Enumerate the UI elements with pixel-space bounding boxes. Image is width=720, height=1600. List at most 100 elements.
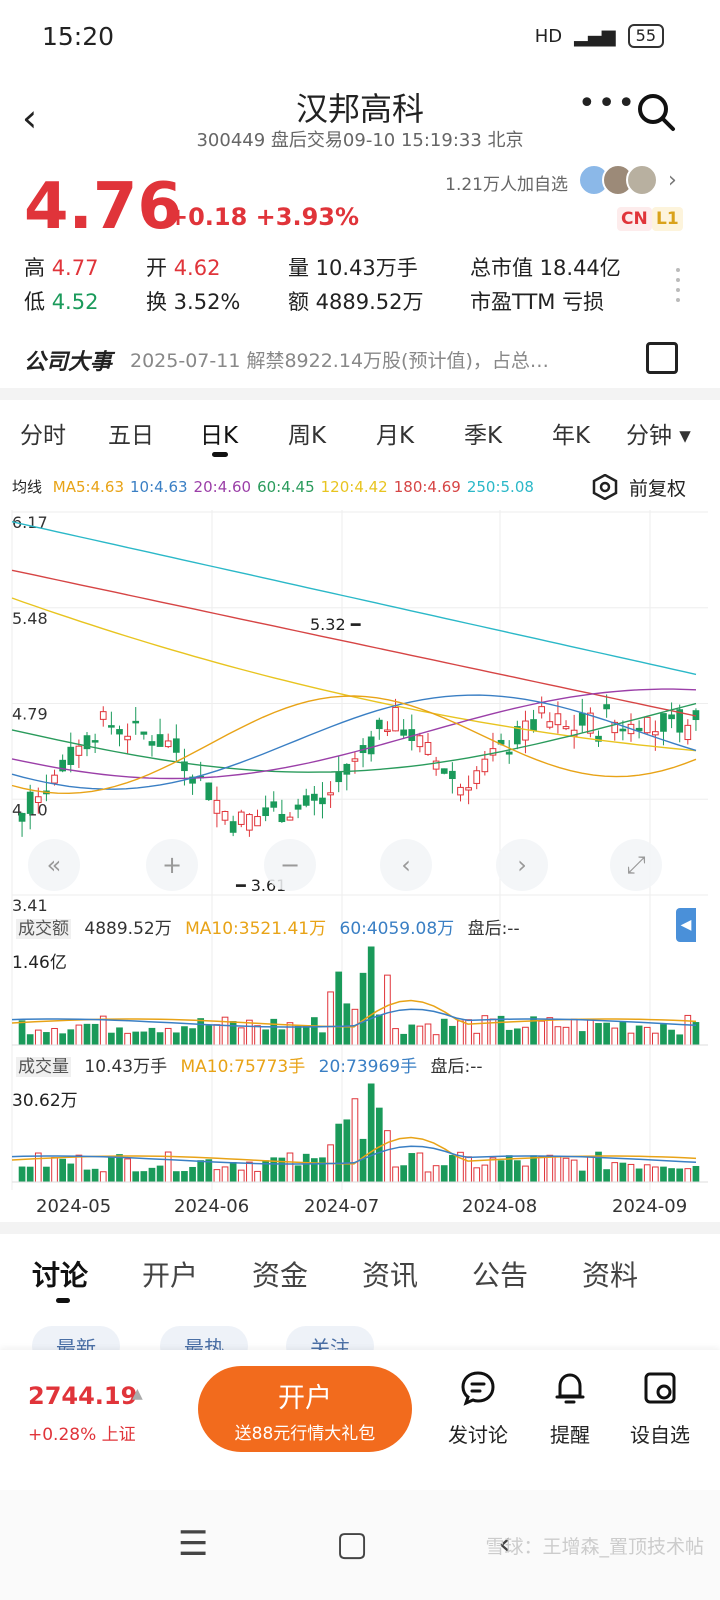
candle-body: [424, 742, 432, 755]
kline-chart[interactable]: 6.175.484.794.103.415.32 ━━ 3.61«+−‹›⤢20…: [0, 500, 720, 1225]
tab-monthly-k[interactable]: 月K: [376, 416, 414, 450]
volume-bar: [237, 1169, 245, 1183]
volume-bar: [351, 1098, 359, 1183]
open-account-button[interactable]: 开户 送88元行情大礼包: [198, 1366, 412, 1452]
amount-after-hours: 盘后:--: [467, 919, 520, 939]
volume-bar: [432, 1165, 440, 1183]
volume-bar: [684, 1168, 692, 1183]
add-watchlist-button[interactable]: 设自选: [620, 1370, 700, 1448]
volume-bar: [367, 1083, 375, 1183]
open-account-promo: 送88元行情大礼包: [234, 1424, 376, 1444]
volume-bar: [229, 1162, 237, 1183]
collapse-panel-icon[interactable]: ◀: [676, 908, 696, 942]
events-text: 2025-07-11 解禁8922.14万股(预计值)，占总…: [130, 350, 549, 372]
candle-body: [335, 771, 343, 783]
index-value[interactable]: 2744.19: [28, 1382, 137, 1410]
tab-weekly-k[interactable]: 周K: [288, 416, 326, 450]
tab-minute[interactable]: 分钟 ▾: [626, 416, 691, 450]
volume-bar: [440, 1018, 448, 1046]
tab-discussion[interactable]: 讨论: [32, 1254, 88, 1294]
candle-body: [229, 821, 237, 833]
volume-bar: [513, 1028, 521, 1046]
alert-button[interactable]: 提醒: [530, 1370, 610, 1448]
amount-label: 成交额: [16, 919, 71, 939]
volume-bar: [603, 1169, 610, 1183]
watchers-count[interactable]: 1.21万人加自选: [445, 170, 568, 195]
volume-bar: [424, 1023, 432, 1046]
candle-body: [75, 745, 83, 756]
tab-quarterly-k[interactable]: 季K: [464, 416, 502, 450]
tab-announcements[interactable]: 公告: [472, 1254, 528, 1294]
candle-body: [26, 791, 34, 814]
home-icon[interactable]: ▢: [336, 1524, 368, 1564]
volume-bar: [359, 1138, 367, 1183]
candle-body: [400, 729, 407, 736]
x-tick-label: 2024-09: [612, 1196, 687, 1217]
volume-bar: [51, 1157, 58, 1183]
status-icons: HD ▂▄▆ 55: [535, 24, 664, 48]
price-change: +0.18 +3.93%: [168, 203, 360, 231]
index-change[interactable]: +0.28% 上证: [28, 1420, 136, 1445]
tab-news[interactable]: 资讯: [362, 1254, 418, 1294]
volume-bar: [359, 972, 367, 1046]
adjust-settings-icon[interactable]: [592, 474, 618, 500]
more-icon[interactable]: •••: [578, 86, 637, 121]
menu-icon[interactable]: ☰: [178, 1524, 208, 1564]
candle-body: [140, 731, 148, 735]
candle-body: [156, 734, 164, 747]
volume-bar: [554, 1156, 562, 1183]
candle-body: [67, 746, 75, 765]
tab-funds[interactable]: 资金: [252, 1254, 308, 1294]
post-discussion-button[interactable]: 发讨论: [438, 1370, 518, 1448]
tab-daily-k[interactable]: 日K: [200, 416, 238, 450]
volume-bar: [26, 1034, 34, 1046]
volume-ma20: 20:73969手: [318, 1057, 418, 1077]
amount-panel-header: 成交额 4889.52万 MA10:3521.41万 60:4059.08万 盘…: [16, 914, 520, 939]
stock-header: ‹ 汉邦高科 300449 盘后交易09-10 15:19:33 北京 •••: [0, 78, 720, 158]
volume-bar: [668, 1168, 675, 1183]
y-tick-label: 3.41: [12, 896, 48, 915]
candle-body: [416, 735, 424, 748]
tab-profile[interactable]: 资料: [582, 1254, 638, 1294]
triangle-up-icon: ▲: [132, 1386, 143, 1402]
current-price: 4.76: [24, 170, 182, 244]
candle-body: [108, 725, 115, 728]
expand-dots-icon[interactable]: [676, 268, 682, 308]
tab-intraday[interactable]: 分时: [20, 416, 66, 450]
volume-bar: [635, 1168, 643, 1183]
volume-bar: [400, 1165, 407, 1183]
volume-bar: [43, 1032, 50, 1046]
chevron-right-icon[interactable]: ›: [668, 168, 677, 193]
battery-icon: 55: [627, 24, 664, 48]
volume-bar: [278, 1029, 286, 1046]
volume-value: 量 10.43万手: [288, 256, 418, 280]
volume-bar: [262, 1029, 269, 1046]
forward-adjust-label[interactable]: 前复权: [629, 474, 686, 501]
volume-bar: [51, 1027, 58, 1046]
candle-body: [392, 706, 399, 732]
alert-label: 提醒: [550, 1423, 590, 1447]
volume-bar: [481, 1164, 489, 1183]
volume-bar: [181, 1026, 188, 1046]
calendar-icon[interactable]: [646, 342, 678, 374]
candle-body: [254, 816, 261, 827]
volume-bar: [522, 1026, 529, 1046]
candle-body: [148, 741, 156, 746]
amount-ma10: MA10:3521.41万: [185, 919, 327, 939]
volume-bar: [108, 1032, 115, 1046]
watcher-avatars[interactable]: [578, 164, 660, 198]
wifi-icon: ▂▄▆: [574, 25, 616, 47]
volume-bar: [67, 1029, 75, 1046]
tab-yearly-k[interactable]: 年K: [552, 416, 590, 450]
volume-bar: [652, 1032, 659, 1046]
volume-bar: [116, 1154, 123, 1183]
volume-panel-header: 成交量 10.43万手 MA10:75773手 20:73969手 盘后:--: [16, 1052, 483, 1077]
tab-five-day[interactable]: 五日: [108, 416, 154, 450]
stock-subtitle: 300449 盘后交易09-10 15:19:33 北京: [196, 130, 524, 151]
tab-open-account[interactable]: 开户: [142, 1254, 198, 1294]
volume-bar: [156, 1032, 164, 1046]
candle-body: [619, 728, 627, 732]
company-events[interactable]: 公司大事 2025-07-11 解禁8922.14万股(预计值)，占总…: [0, 336, 720, 386]
search-icon[interactable]: [636, 92, 676, 132]
ma-legend-item: 120:4.42: [320, 478, 388, 496]
